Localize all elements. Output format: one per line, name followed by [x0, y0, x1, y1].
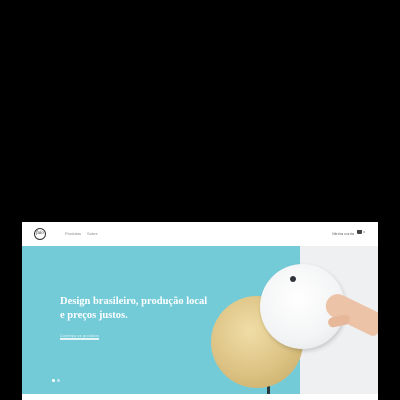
account-link[interactable]: Minha conta [332, 231, 354, 236]
carousel-dot-2[interactable] [57, 379, 60, 382]
hero-headline-line2: e preços justos. [60, 310, 128, 321]
carousel-dot-1[interactable] [52, 379, 55, 382]
lamp-knob [290, 276, 296, 282]
website-screenshot: fulo Produtos Sobre Minha conta 0 Design… [22, 222, 378, 400]
main-nav: Produtos Sobre [65, 231, 98, 236]
carousel-dots [52, 379, 60, 382]
cart-button[interactable]: 0 [357, 230, 365, 234]
site-header: fulo Produtos Sobre Minha conta 0 [22, 222, 378, 246]
hero-headline-line1: Design brasileiro, produção local [60, 296, 208, 307]
hero-headline: Design brasileiro, produção local e preç… [60, 295, 220, 323]
brand-logo[interactable]: fulo [34, 228, 46, 240]
hero-banner: Design brasileiro, produção local e preç… [22, 246, 378, 394]
nav-link-produtos[interactable]: Produtos [65, 231, 81, 236]
hero-cta-link[interactable]: Conheça os produtos [60, 333, 99, 340]
nav-link-sobre[interactable]: Sobre [87, 231, 98, 236]
cart-icon [357, 230, 363, 234]
cart-count-badge: 0 [363, 229, 365, 234]
